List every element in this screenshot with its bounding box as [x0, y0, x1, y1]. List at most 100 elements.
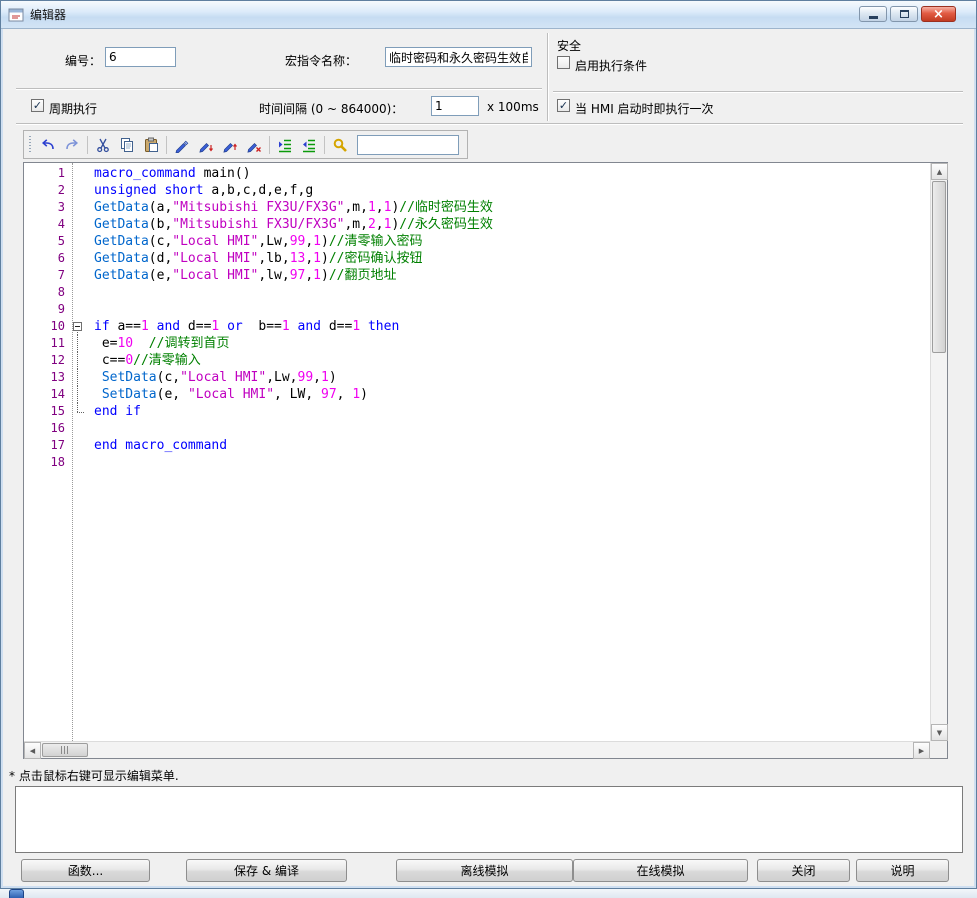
window-controls: ×	[859, 6, 956, 22]
clear-bookmarks-button[interactable]	[242, 134, 266, 156]
code-line[interactable]: 18	[24, 454, 930, 471]
code-line[interactable]: 9	[24, 301, 930, 318]
code-line[interactable]: 1macro_command main()	[24, 165, 930, 182]
fold-margin	[72, 301, 88, 318]
window-icon	[8, 7, 24, 23]
prev-bookmark-icon	[222, 137, 238, 153]
background-window-icon	[9, 889, 24, 898]
scroll-right-button[interactable]: ▶	[913, 742, 930, 759]
macro-number-input[interactable]	[105, 47, 176, 67]
offline-sim-button[interactable]: 离线模拟	[396, 859, 573, 882]
fold-margin	[72, 199, 88, 216]
toolbar-icons	[36, 134, 352, 156]
copy-button[interactable]	[115, 134, 139, 156]
scroll-grip-icon	[61, 746, 69, 754]
paste-button[interactable]	[139, 134, 163, 156]
vertical-scroll-thumb[interactable]	[932, 181, 946, 353]
code-text	[88, 420, 930, 437]
outdent-button[interactable]	[297, 134, 321, 156]
message-output[interactable]	[15, 786, 963, 853]
separator	[16, 123, 963, 125]
run-on-start-checkbox[interactable]: ✓	[557, 99, 570, 112]
scroll-up-button[interactable]: ▲	[931, 163, 948, 180]
code-text: end if	[88, 403, 930, 420]
cut-button[interactable]	[91, 134, 115, 156]
help-button[interactable]: 说明	[856, 859, 949, 882]
close-window-button[interactable]: ×	[921, 6, 956, 22]
prev-bookmark-button[interactable]	[218, 134, 242, 156]
enable-condition-checkbox[interactable]	[557, 56, 570, 69]
code-line[interactable]: 8	[24, 284, 930, 301]
interval-input[interactable]	[431, 96, 479, 116]
horizontal-scroll-thumb[interactable]	[42, 743, 88, 757]
vertical-scrollbar[interactable]: ▲ ▼	[930, 163, 947, 741]
fold-margin	[72, 165, 88, 182]
scrollbar-corner	[930, 741, 947, 758]
line-number: 16	[24, 420, 72, 437]
minimize-icon	[869, 16, 878, 19]
toggle-bookmark-button[interactable]	[170, 134, 194, 156]
hint-text: * 点击鼠标右键可显示编辑菜单.	[9, 767, 179, 784]
code-text	[88, 284, 930, 301]
save-compile-button[interactable]: 保存 & 编译	[186, 859, 347, 882]
code-line[interactable]: 16	[24, 420, 930, 437]
periodic-label: 周期执行	[49, 100, 97, 117]
undo-button[interactable]	[36, 134, 60, 156]
redo-button[interactable]	[60, 134, 84, 156]
code-editor: 1macro_command main()2 unsigned short a,b…	[23, 162, 948, 759]
scroll-left-button[interactable]: ◀	[24, 742, 41, 759]
code-line[interactable]: 17end macro_command	[24, 437, 930, 454]
code-text: unsigned short a,b,c,d,e,f,g	[88, 182, 930, 199]
code-line[interactable]: 15end if	[24, 403, 930, 420]
undo-icon	[40, 137, 56, 153]
fold-margin-start[interactable]	[72, 318, 88, 335]
toggle-bookmark-icon	[174, 137, 190, 153]
close-button[interactable]: 关闭	[757, 859, 850, 882]
code-line[interactable]: 14 SetData(e, "Local HMI", LW, 97, 1)	[24, 386, 930, 403]
macro-name-label: 宏指令名称：	[285, 52, 357, 69]
indent-button[interactable]	[273, 134, 297, 156]
scroll-down-button[interactable]: ▼	[931, 724, 948, 741]
code-line[interactable]: 12 c==0//清零输入	[24, 352, 930, 369]
line-number: 2	[24, 182, 72, 199]
code-text: end macro_command	[88, 437, 930, 454]
code-line[interactable]: 4GetData(b,"Mitsubishi FX3U/FX3G",m,2,1)…	[24, 216, 930, 233]
code-line[interactable]: 11 e=10 //调转到首页	[24, 335, 930, 352]
toolbar-search-input[interactable]	[357, 135, 459, 155]
minimize-button[interactable]	[859, 6, 887, 22]
find-button[interactable]	[328, 134, 352, 156]
fold-margin	[72, 454, 88, 471]
periodic-checkbox[interactable]: ✓	[31, 99, 44, 112]
code-text: GetData(b,"Mitsubishi FX3U/FX3G",m,2,1)/…	[88, 216, 930, 233]
toolbar-separator	[269, 136, 270, 154]
line-number: 12	[24, 352, 72, 369]
fold-margin	[72, 284, 88, 301]
code-line[interactable]: 2 unsigned short a,b,c,d,e,f,g	[24, 182, 930, 199]
line-number: 7	[24, 267, 72, 284]
horizontal-scrollbar[interactable]: ◀ ▶	[24, 741, 930, 758]
code-line[interactable]: 10if a==1 and d==1 or b==1 and d==1 then	[24, 318, 930, 335]
code-text: c==0//清零输入	[88, 352, 930, 369]
interval-label: 时间间隔 (0 ~ 864000)：	[259, 100, 403, 117]
maximize-button[interactable]	[890, 6, 918, 22]
code-line[interactable]: 7 GetData(e,"Local HMI",lw,97,1)//翻页地址	[24, 267, 930, 284]
code-line[interactable]: 6GetData(d,"Local HMI",lb,13,1)//密码确认按钮	[24, 250, 930, 267]
online-sim-button[interactable]: 在线模拟	[573, 859, 748, 882]
code-line[interactable]: 5GetData(c,"Local HMI",Lw,99,1)//清零输入密码	[24, 233, 930, 250]
code-line[interactable]: 3GetData(a,"Mitsubishi FX3U/FX3G",m,1,1)…	[24, 199, 930, 216]
fold-margin	[72, 420, 88, 437]
code-viewport[interactable]: 1macro_command main()2 unsigned short a,b…	[24, 163, 930, 741]
functions-button[interactable]: 函数...	[21, 859, 150, 882]
toolbar-grip[interactable]	[29, 136, 31, 154]
enable-condition-label: 启用执行条件	[575, 57, 647, 74]
code-line[interactable]: 13 SetData(c,"Local HMI",Lw,99,1)	[24, 369, 930, 386]
window-titlebar[interactable]: 编辑器 ×	[1, 1, 976, 29]
line-number: 8	[24, 284, 72, 301]
macro-name-input[interactable]	[385, 47, 532, 67]
line-number: 5	[24, 233, 72, 250]
next-bookmark-button[interactable]	[194, 134, 218, 156]
redo-icon	[64, 137, 80, 153]
code-text: GetData(e,"Local HMI",lw,97,1)//翻页地址	[88, 267, 930, 284]
collapse-icon[interactable]	[73, 322, 82, 331]
fold-margin-mid	[72, 335, 88, 352]
